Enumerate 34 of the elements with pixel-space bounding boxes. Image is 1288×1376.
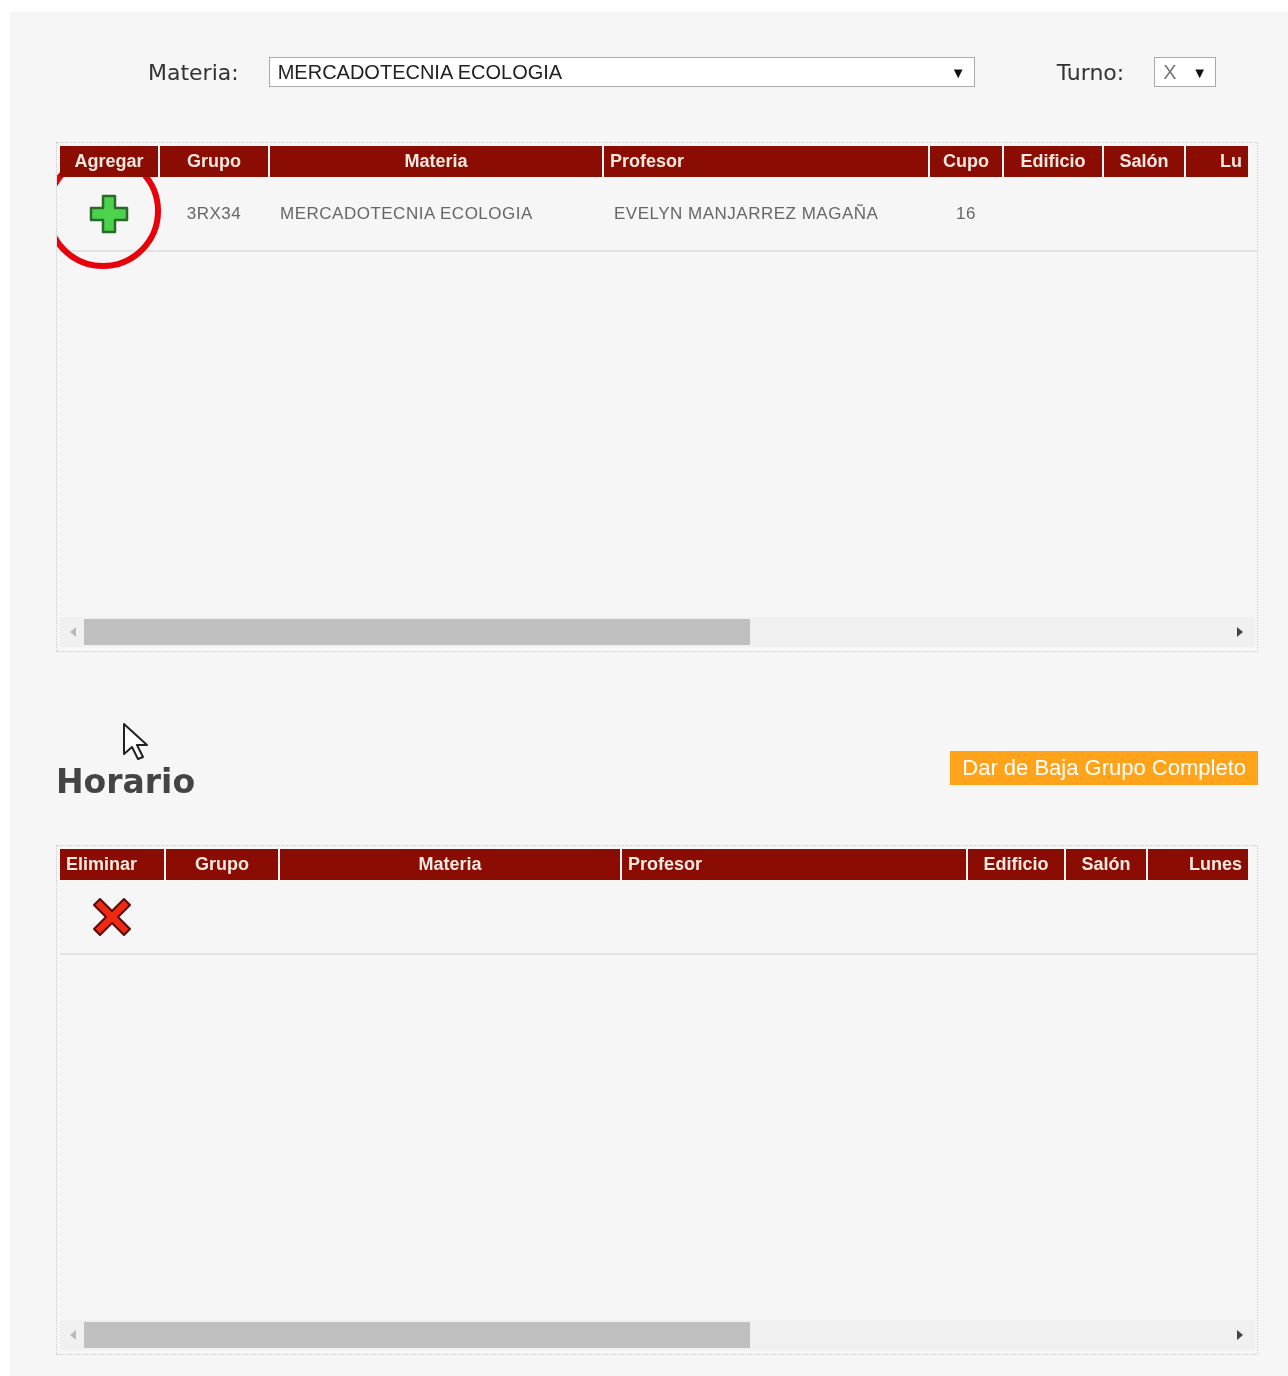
- horizontal-scrollbar[interactable]: [60, 617, 1255, 647]
- scrollbar-thumb[interactable]: [84, 619, 750, 645]
- table-cell: EVELYN MANJARREZ MAGAÑA: [614, 203, 879, 223]
- cursor-icon: [122, 722, 150, 762]
- scroll-left-icon[interactable]: [68, 1329, 78, 1341]
- column-header: Lu: [1186, 146, 1248, 177]
- column-header: Lunes: [1148, 849, 1248, 880]
- table-cell: 3RX34: [186, 203, 242, 223]
- column-header: Agregar: [60, 146, 158, 177]
- column-header: Salón: [1104, 146, 1184, 177]
- horizontal-scrollbar[interactable]: [60, 1320, 1255, 1350]
- column-header: Profesor: [604, 146, 928, 177]
- turno-dropdown[interactable]: X ▼: [1154, 57, 1217, 87]
- column-header: Edificio: [1004, 146, 1102, 177]
- column-header: Materia: [280, 849, 620, 880]
- scroll-left-icon[interactable]: [68, 626, 78, 638]
- scroll-right-icon[interactable]: [1235, 1329, 1245, 1341]
- table-cell: MERCADOTECNIA ECOLOGIA: [280, 203, 533, 223]
- materia-label: Materia:: [148, 59, 239, 85]
- column-header: Edificio: [968, 849, 1064, 880]
- scroll-right-icon[interactable]: [1235, 626, 1245, 638]
- scrollbar-thumb[interactable]: [84, 1322, 750, 1348]
- column-header: Profesor: [622, 849, 966, 880]
- column-header: Grupo: [160, 146, 268, 177]
- turno-label: Turno:: [1056, 59, 1125, 85]
- section-title: Horario: [56, 762, 196, 801]
- table-cell: 16: [956, 203, 976, 223]
- column-header: Cupo: [930, 146, 1002, 177]
- column-header: Materia: [270, 146, 602, 177]
- column-header: Grupo: [166, 849, 278, 880]
- add-icon[interactable]: [88, 192, 130, 235]
- column-header: Eliminar: [60, 849, 164, 880]
- materia-dropdown[interactable]: MERCADOTECNIA ECOLOGIA ▼: [268, 57, 975, 87]
- column-header: Salón: [1066, 849, 1146, 880]
